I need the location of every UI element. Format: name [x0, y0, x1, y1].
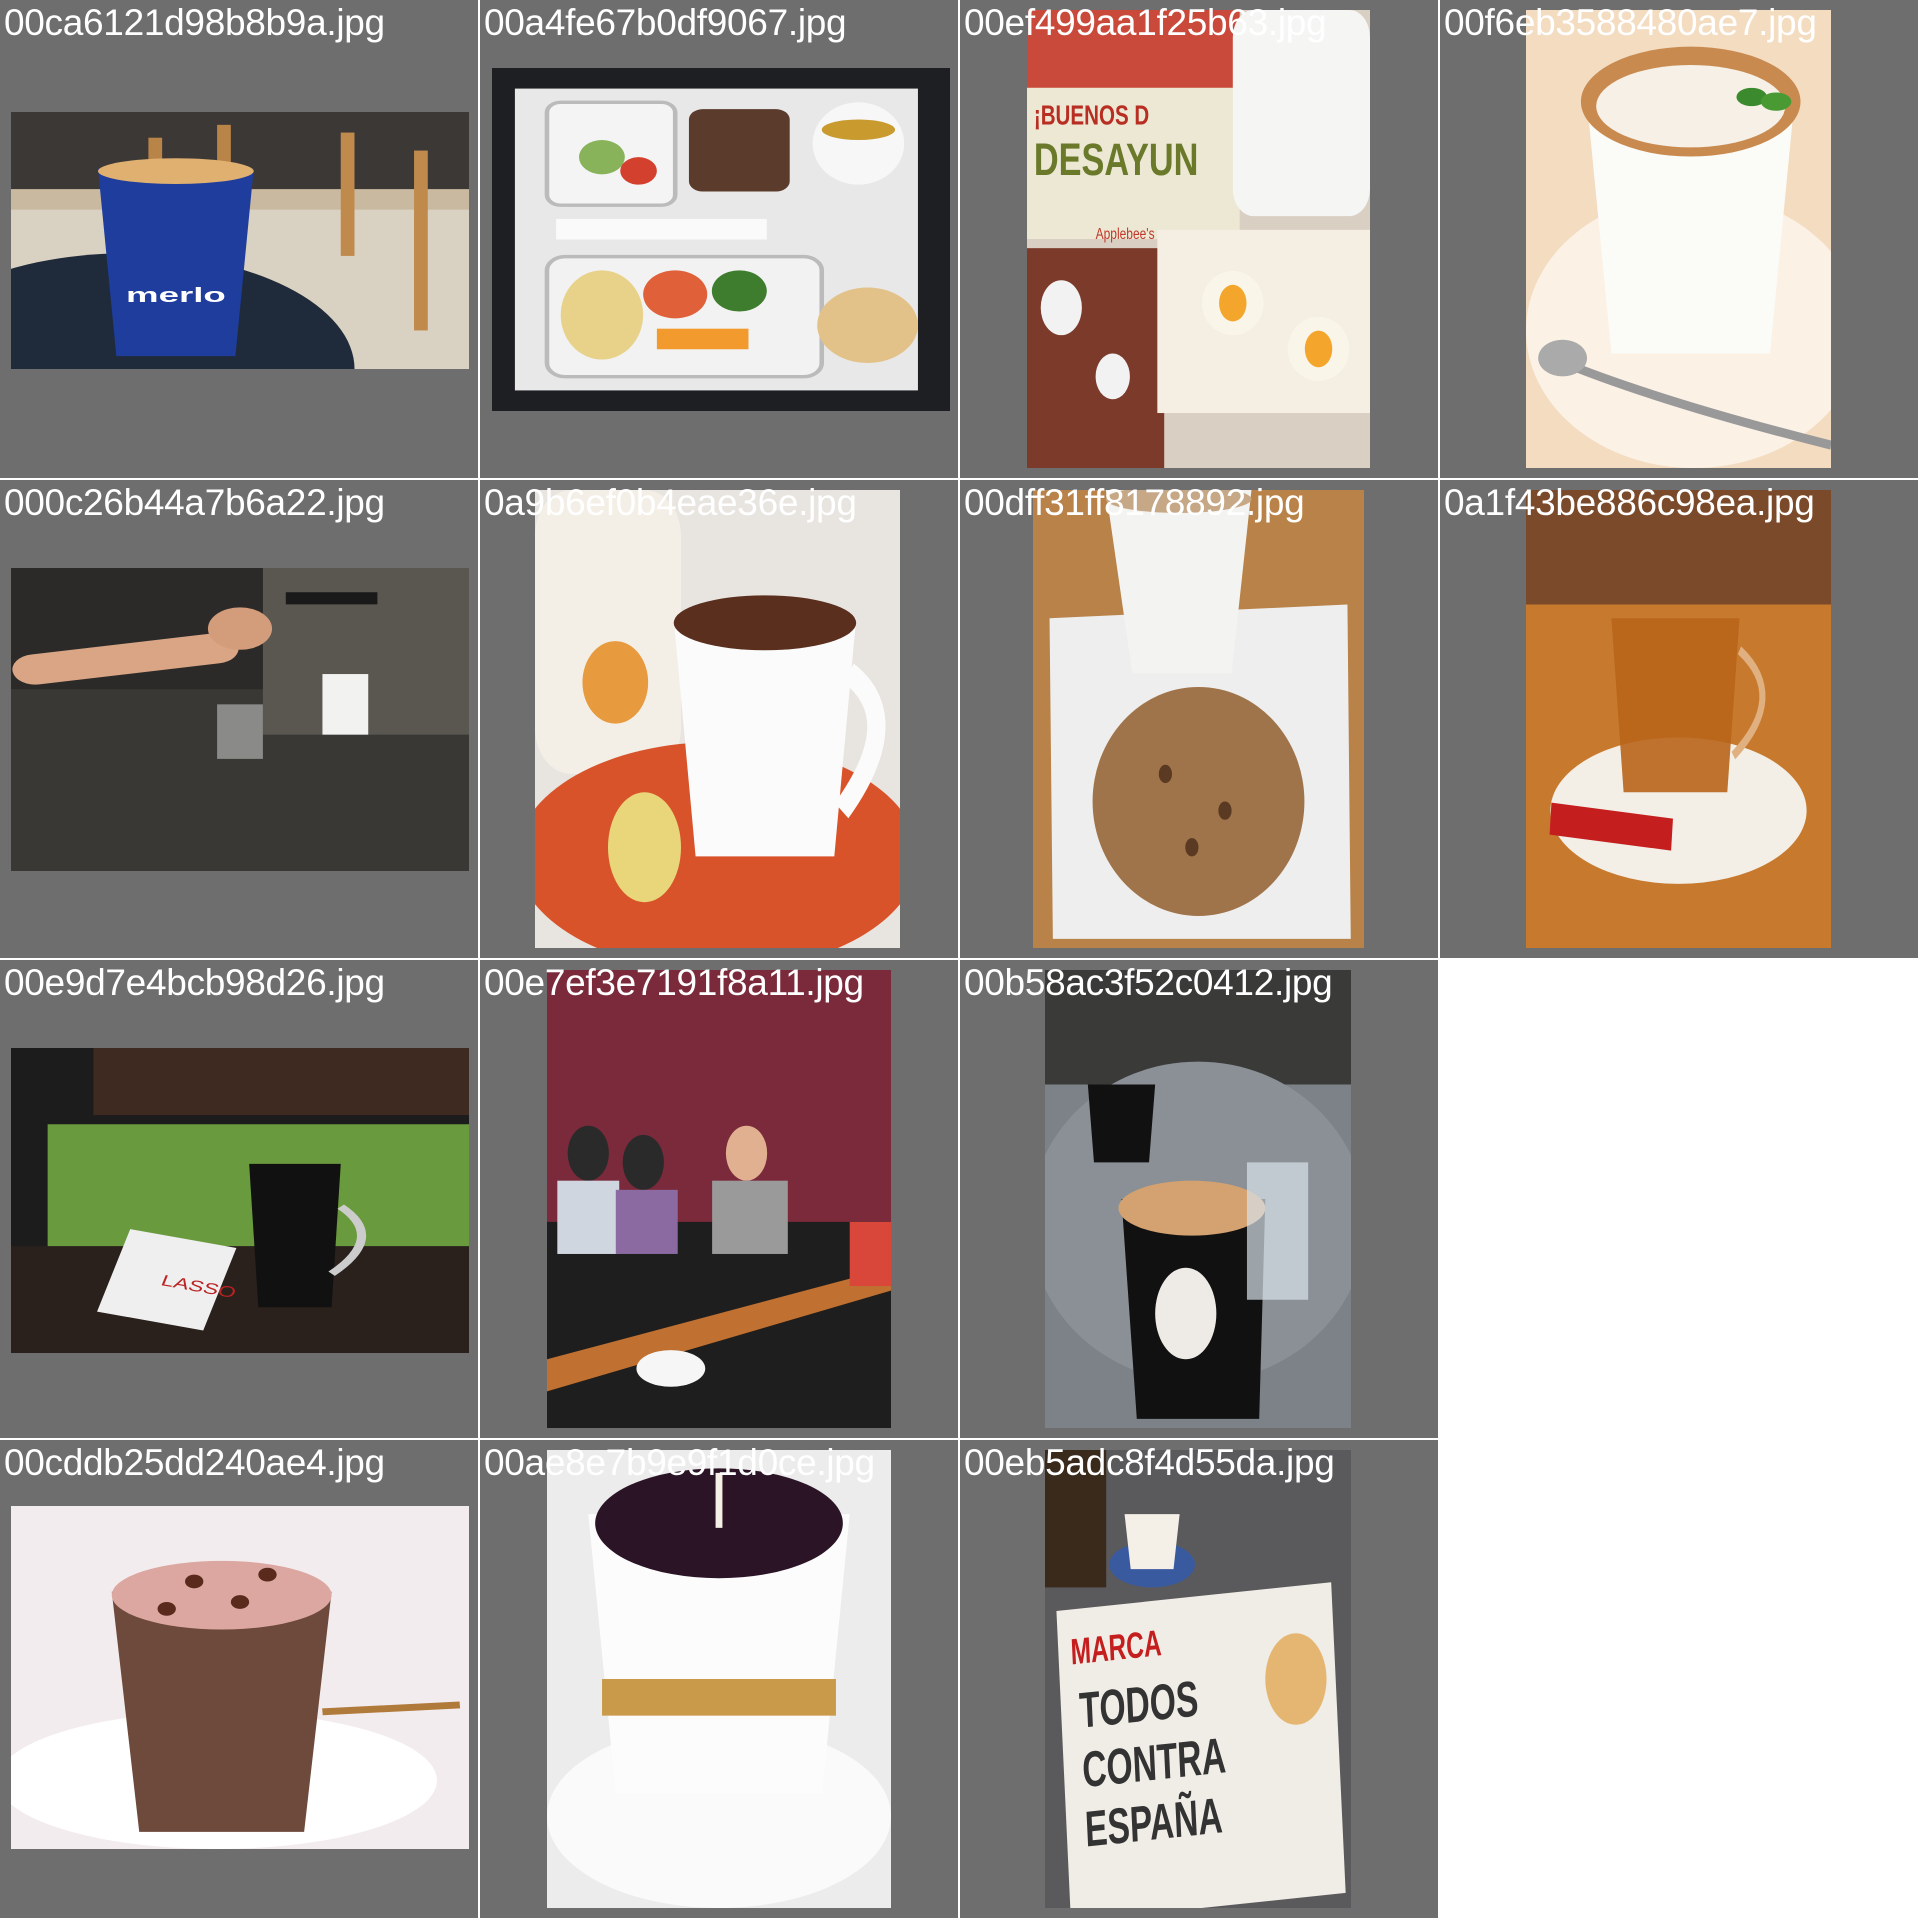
- thumbnail-tile[interactable]: 00cddb25dd240ae4.jpg: [0, 1440, 478, 1918]
- thumbnail-filename: 0a1f43be886c98ea.jpg: [1444, 482, 1815, 523]
- thumbnail-image: [1045, 970, 1351, 1428]
- svg-text:¡BUENOS D: ¡BUENOS D: [1034, 101, 1149, 132]
- thumbnail-tile[interactable]: MARCA TODOS CONTRA ESPAÑA 00eb5adc8f4d55…: [960, 1440, 1438, 1918]
- thumbnail-filename: 000c26b44a7b6a22.jpg: [4, 482, 385, 523]
- thumbnail-image: [547, 1450, 891, 1908]
- thumbnail-tile[interactable]: ¡BUENOS D DESAYUN Applebee's 00ef499aa1f…: [960, 0, 1438, 478]
- thumbnail-filename: 00a4fe67b0df9067.jpg: [484, 2, 847, 43]
- svg-text:merlo: merlo: [126, 284, 226, 307]
- thumbnail-filename: 00dff31ff8178892.jpg: [964, 482, 1305, 523]
- thumbnail-tile[interactable]: 0a1f43be886c98ea.jpg: [1440, 480, 1918, 958]
- thumbnail-tile[interactable]: LASSO 00e9d7e4bcb98d26.jpg: [0, 960, 478, 1438]
- thumbnail-tile[interactable]: 00dff31ff8178892.jpg: [960, 480, 1438, 958]
- thumbnail-filename: 00ae8e7b9e9f1d0ce.jpg: [484, 1442, 875, 1483]
- thumbnail-tile[interactable]: 00a4fe67b0df9067.jpg: [480, 0, 958, 478]
- thumbnail-grid: merlo 00ca6121d98b8b9a.jpg 00a4fe67b0df90…: [0, 0, 1920, 1920]
- thumbnail-filename: 00f6eb3588480ae7.jpg: [1444, 2, 1817, 43]
- thumbnail-image: [535, 490, 900, 948]
- thumbnail-tile[interactable]: merlo 00ca6121d98b8b9a.jpg: [0, 0, 478, 478]
- thumbnail-tile[interactable]: 000c26b44a7b6a22.jpg: [0, 480, 478, 958]
- thumbnail-image: [11, 1506, 469, 1849]
- thumbnail-image: [11, 568, 469, 871]
- thumbnail-image: [1526, 490, 1831, 948]
- thumbnail-image: ¡BUENOS D DESAYUN Applebee's: [1027, 10, 1370, 468]
- thumbnail-tile[interactable]: 00b58ac3f52c0412.jpg: [960, 960, 1438, 1438]
- thumbnail-filename: 00ca6121d98b8b9a.jpg: [4, 2, 385, 43]
- thumbnail-filename: 00e9d7e4bcb98d26.jpg: [4, 962, 385, 1003]
- thumbnail-tile[interactable]: 00f6eb3588480ae7.jpg: [1440, 0, 1918, 478]
- thumbnail-filename: 0a9b6ef0b4eae36e.jpg: [484, 482, 857, 523]
- thumbnail-image: merlo: [11, 112, 469, 369]
- thumbnail-tile[interactable]: 0a9b6ef0b4eae36e.jpg: [480, 480, 958, 958]
- thumbnail-filename: 00ef499aa1f25b63.jpg: [964, 2, 1327, 43]
- thumbnail-filename: 00eb5adc8f4d55da.jpg: [964, 1442, 1335, 1483]
- thumbnail-image: [492, 68, 950, 411]
- thumbnail-image: LASSO: [11, 1048, 469, 1353]
- thumbnail-image: [1526, 10, 1831, 468]
- thumbnail-image: [547, 970, 891, 1428]
- thumbnail-tile[interactable]: 00ae8e7b9e9f1d0ce.jpg: [480, 1440, 958, 1918]
- svg-text:DESAYUN: DESAYUN: [1034, 133, 1199, 185]
- thumbnail-image: [1033, 490, 1364, 948]
- thumbnail-filename: 00cddb25dd240ae4.jpg: [4, 1442, 385, 1483]
- thumbnail-filename: 00b58ac3f52c0412.jpg: [964, 962, 1333, 1003]
- svg-text:Applebee's: Applebee's: [1096, 225, 1155, 243]
- thumbnail-filename: 00e7ef3e7191f8a11.jpg: [484, 962, 864, 1003]
- thumbnail-image: MARCA TODOS CONTRA ESPAÑA: [1045, 1450, 1351, 1908]
- thumbnail-tile[interactable]: 00e7ef3e7191f8a11.jpg: [480, 960, 958, 1438]
